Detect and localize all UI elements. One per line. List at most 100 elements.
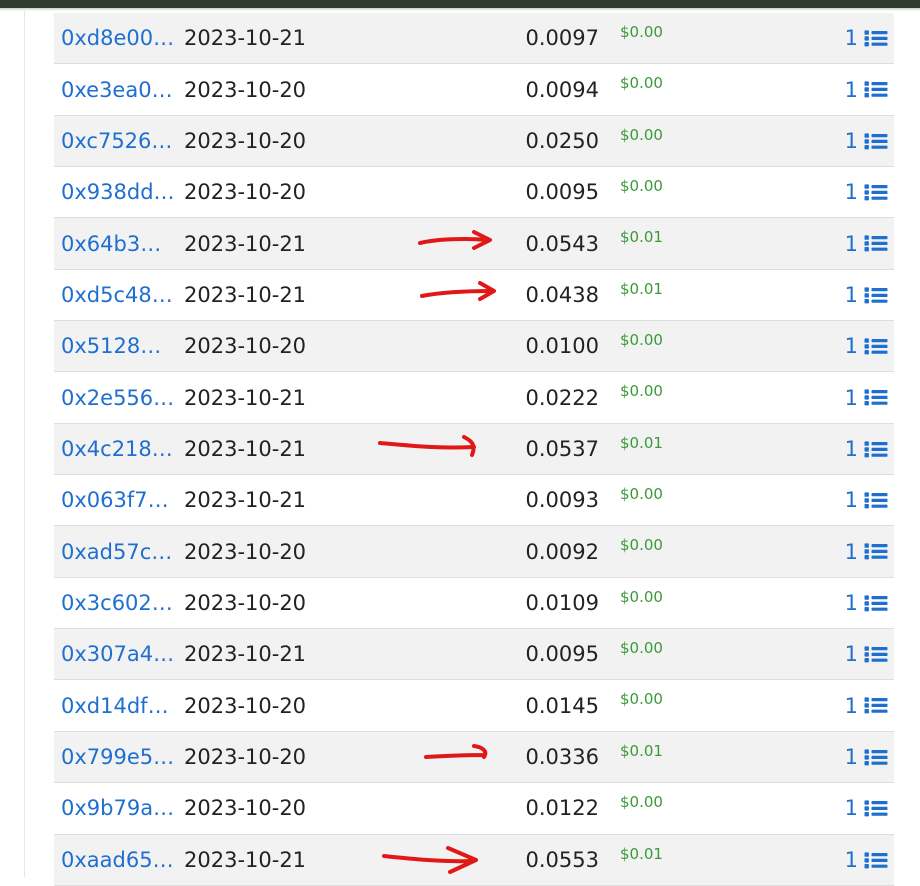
tx-hash-link[interactable]: 0x3c602… (61, 578, 181, 628)
tx-hash-link[interactable]: 0x938dd… (61, 167, 181, 217)
tx-hash-link[interactable]: 0x307a4… (61, 629, 181, 679)
tx-hash-link[interactable]: 0x063f7… (61, 475, 181, 525)
tx-usd-value: $0.00 (620, 639, 663, 658)
tx-hash-link[interactable]: 0x799e5… (61, 732, 181, 782)
list-icon[interactable] (864, 747, 888, 768)
table-row: 0x5128… 2023-10-20 0.0100 $0.00 1 (54, 321, 894, 373)
tx-usd-value: $0.01 (620, 228, 663, 247)
list-icon[interactable] (864, 233, 888, 254)
list-icon[interactable] (864, 541, 888, 562)
tx-date: 2023-10-21 (184, 847, 307, 872)
top-bar (0, 0, 920, 8)
tx-hash-link[interactable]: 0x2e556… (61, 372, 181, 422)
tx-hash-link[interactable]: 0xaad65… (61, 835, 181, 885)
tx-count-link[interactable]: 1 (845, 578, 858, 628)
table-row: 0xd8e00… 2023-10-21 0.0097 $0.00 1 (54, 13, 894, 65)
tx-amount: 0.0097 (525, 26, 599, 51)
tx-usd-value: $0.00 (620, 793, 663, 812)
table-row: 0x063f7… 2023-10-21 0.0093 $0.00 1 (54, 475, 894, 527)
tx-count-link[interactable]: 1 (845, 116, 858, 166)
tx-amount: 0.0093 (525, 488, 599, 513)
tx-amount: 0.0537 (525, 436, 599, 461)
tx-amount: 0.0092 (525, 539, 599, 564)
tx-count-link[interactable]: 1 (845, 629, 858, 679)
list-icon[interactable] (864, 336, 888, 357)
left-border-rule (24, 11, 25, 877)
tx-count-link[interactable]: 1 (845, 270, 858, 320)
tx-count-link[interactable]: 1 (845, 680, 858, 730)
tx-hash-link[interactable]: 0x9b79a… (61, 783, 181, 833)
list-icon[interactable] (864, 439, 888, 460)
list-icon[interactable] (864, 28, 888, 49)
list-icon[interactable] (864, 131, 888, 152)
tx-date: 2023-10-20 (184, 744, 307, 769)
tx-count-link[interactable]: 1 (845, 167, 858, 217)
list-icon[interactable] (864, 695, 888, 716)
tx-usd-value: $0.01 (620, 433, 663, 452)
tx-hash-link[interactable]: 0xc7526… (61, 116, 181, 166)
tx-date: 2023-10-21 (184, 385, 307, 410)
tx-count-link[interactable]: 1 (845, 475, 858, 525)
tx-date: 2023-10-21 (184, 436, 307, 461)
tx-date: 2023-10-21 (184, 642, 307, 667)
tx-hash-link[interactable]: 0xe3ea0… (61, 64, 181, 114)
tx-count-link[interactable]: 1 (845, 372, 858, 422)
tx-hash-link[interactable]: 0xad57c… (61, 526, 181, 576)
list-icon[interactable] (864, 182, 888, 203)
list-icon[interactable] (864, 490, 888, 511)
list-icon[interactable] (864, 798, 888, 819)
tx-count-link[interactable]: 1 (845, 732, 858, 782)
tx-count-link[interactable]: 1 (845, 64, 858, 114)
list-icon[interactable] (864, 644, 888, 665)
table-row: 0x3c602… 2023-10-20 0.0109 $0.00 1 (54, 577, 894, 630)
tx-count-link[interactable]: 1 (845, 835, 858, 885)
tx-amount: 0.0100 (525, 334, 599, 359)
tx-usd-value: $0.01 (620, 844, 663, 863)
top-bar-shadow (0, 8, 920, 11)
tx-hash-link[interactable]: 0xd5c48… (61, 270, 181, 320)
tx-usd-value: $0.00 (620, 536, 663, 555)
table-row: 0x938dd… 2023-10-20 0.0095 $0.00 1 (54, 167, 894, 219)
tx-date: 2023-10-20 (184, 77, 307, 102)
tx-usd-value: $0.00 (620, 587, 663, 606)
tx-usd-value: $0.00 (620, 485, 663, 504)
red-arrow-annotation (420, 280, 496, 301)
list-icon[interactable] (864, 387, 888, 408)
tx-date: 2023-10-21 (184, 231, 307, 256)
tx-hash-link[interactable]: 0xd8e00… (61, 13, 181, 63)
tx-count-link[interactable]: 1 (845, 526, 858, 576)
list-icon[interactable] (864, 850, 888, 871)
list-icon[interactable] (864, 79, 888, 100)
tx-date: 2023-10-21 (184, 282, 307, 307)
tx-count-link[interactable]: 1 (845, 218, 858, 268)
tx-usd-value: $0.00 (620, 382, 663, 401)
tx-usd-value: $0.01 (620, 279, 663, 298)
tx-amount: 0.0095 (525, 642, 599, 667)
tx-hash-link[interactable]: 0xd14df… (61, 680, 181, 730)
red-arrow-annotation (382, 845, 478, 874)
tx-count-link[interactable]: 1 (845, 783, 858, 833)
table-row: 0xc7526… 2023-10-20 0.0250 $0.00 1 (54, 115, 894, 168)
table-row: 0x307a4… 2023-10-21 0.0095 $0.00 1 (54, 629, 894, 681)
list-icon[interactable] (864, 285, 888, 306)
tx-date: 2023-10-20 (184, 334, 307, 359)
tx-count-link[interactable]: 1 (845, 424, 858, 474)
tx-count-link[interactable]: 1 (845, 13, 858, 63)
tx-usd-value: $0.00 (620, 74, 663, 93)
tx-amount: 0.0095 (525, 180, 599, 205)
tx-hash-link[interactable]: 0x4c218… (61, 424, 181, 474)
table-row: 0x9b79a… 2023-10-20 0.0122 $0.00 1 (54, 783, 894, 835)
red-arrow-annotation (418, 230, 492, 251)
tx-hash-link[interactable]: 0x64b3… (61, 218, 181, 268)
tx-usd-value: $0.01 (620, 741, 663, 760)
tx-amount: 0.0145 (525, 693, 599, 718)
tx-hash-link[interactable]: 0x5128… (61, 321, 181, 371)
tx-usd-value: $0.00 (620, 23, 663, 41)
table-row: 0xd14df… 2023-10-20 0.0145 $0.00 1 (54, 680, 894, 732)
tx-amount: 0.0094 (525, 77, 599, 102)
list-icon[interactable] (864, 593, 888, 614)
tx-amount: 0.0109 (525, 590, 599, 615)
tx-count-link[interactable]: 1 (845, 321, 858, 371)
tx-date: 2023-10-20 (184, 590, 307, 615)
table-row: 0xad57c… 2023-10-20 0.0092 $0.00 1 (54, 526, 894, 578)
